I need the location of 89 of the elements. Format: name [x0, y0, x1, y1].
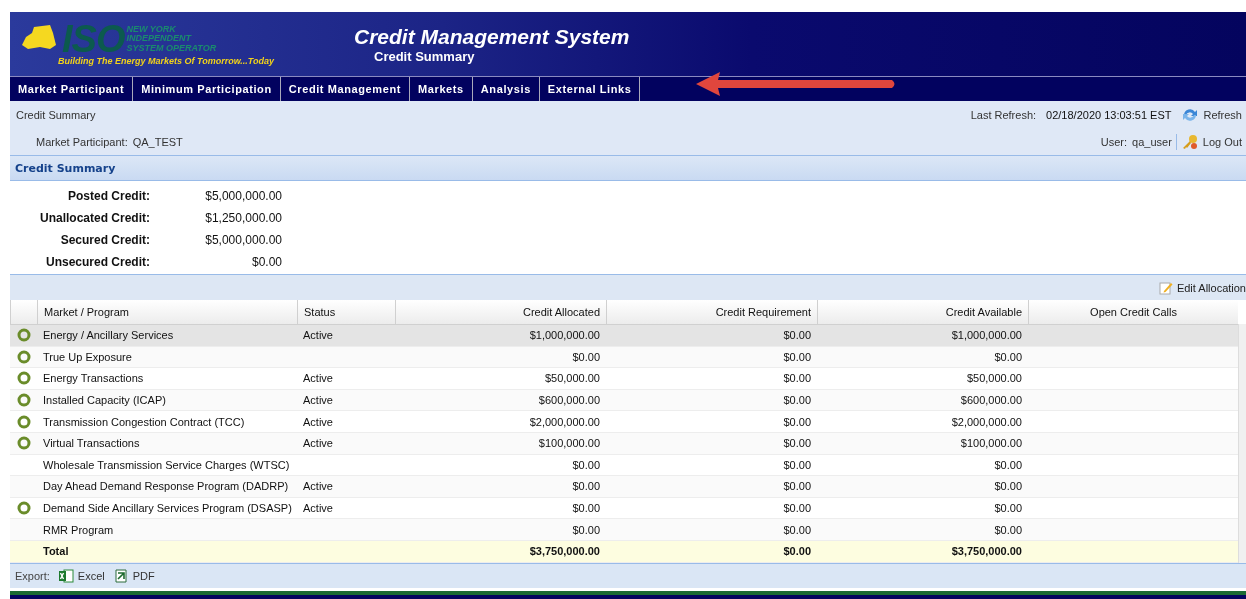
section-header: Credit Summary: [10, 156, 1246, 181]
logo-tagline: Building The Energy Markets Of Tomorrow...Today: [58, 56, 276, 66]
table-cell-text: $0.00: [782, 502, 812, 515]
table-cell-text: Active: [302, 502, 334, 515]
table-cell-text: $0.00: [993, 458, 1023, 471]
export-label: Export:: [15, 569, 50, 582]
summary-value: $1,250,000.00: [204, 211, 282, 225]
total-value: $0.00: [782, 545, 812, 558]
summary-label: Posted Credit:: [67, 189, 150, 203]
summary-value: $0.00: [250, 255, 282, 269]
table-cell-text: $2,000,000.00: [528, 415, 601, 428]
logo-text: NEW YORK: [126, 24, 177, 35]
edit-allocation-button[interactable]: Edit Allocation: [1158, 280, 1246, 295]
table-cell-text: $0.00: [782, 437, 812, 450]
table-cell-text: Active: [302, 415, 334, 428]
table-cell-text: $0.00: [782, 480, 812, 493]
table-cell-text: $0.00: [993, 523, 1023, 536]
total-value: $3,750,000.00: [528, 545, 601, 558]
export-excel-button[interactable]: Excel: [57, 568, 105, 583]
total-label: Total: [42, 545, 70, 558]
table-cell-text: $0.00: [571, 502, 601, 515]
table-cell-text: $600,000.00: [959, 394, 1023, 407]
table-cell-text: True Up Exposure: [42, 350, 133, 363]
summary-label: Unsecured Credit:: [44, 255, 150, 269]
table-cell-text: $0.00: [782, 394, 812, 407]
table-cell-text: Active: [302, 480, 334, 493]
table-cell-text: Day Ahead Demand Response Program (DADRP): [42, 480, 290, 493]
table-cell-text: $100,000.00: [537, 437, 601, 450]
spreadsheet-icon: [57, 568, 74, 583]
table-cell-text: Active: [302, 394, 334, 407]
table-cell-text: $0.00: [782, 458, 812, 471]
table-cell-text: Energy / Ancillary Services: [42, 329, 175, 342]
column-header[interactable]: Credit Requirement: [606, 300, 817, 324]
table-cell-text: Virtual Transactions: [42, 437, 141, 450]
table-cell-text: $0.00: [782, 350, 812, 363]
table-cell-text: $0.00: [993, 350, 1023, 363]
table-cell-text: $0.00: [782, 523, 812, 536]
summary-label: Unallocated Credit:: [39, 211, 150, 225]
export-pdf-button[interactable]: PDF: [112, 568, 155, 583]
user-label: User:: [1100, 135, 1128, 148]
user-value: qa_user: [1132, 135, 1172, 148]
table-cell-text: Active: [302, 372, 334, 385]
refresh-button[interactable]: Refresh: [1181, 106, 1242, 123]
breadcrumb-text: Credit Summary: [16, 108, 96, 121]
table-cell-text: $0.00: [571, 350, 601, 363]
logo-mark: ISO: [62, 22, 125, 56]
column-header[interactable]: Credit Available: [817, 300, 1028, 324]
table-cell-text: $0.00: [571, 523, 601, 536]
table-cell-text: $1,000,000.00: [528, 329, 601, 342]
table-cell-text: $100,000.00: [959, 437, 1023, 450]
pencil-icon: [1158, 280, 1173, 295]
participant-label: Market Participant:: [36, 135, 128, 148]
table-cell-text: $0.00: [782, 415, 812, 428]
column-header[interactable]: Market / Program: [37, 300, 297, 324]
refresh-label: Last Refresh:: [970, 108, 1037, 121]
participant-value: QA_TEST: [132, 135, 183, 148]
table-cell-text: Active: [302, 437, 334, 450]
table-cell-text: $50,000.00: [543, 372, 601, 385]
table-cell-text: Wholesale Transmission Service Charges (WTSC): [42, 458, 291, 471]
table-cell-text: Demand Side Ancillary Services Program (DSASP): [42, 502, 293, 515]
app-title: Credit Management System: [354, 24, 630, 49]
logout-button[interactable]: Log Out: [1180, 133, 1242, 150]
total-value: $3,750,000.00: [950, 545, 1023, 558]
summary-value: $5,000,000.00: [204, 233, 282, 247]
summary-value: $5,000,000.00: [204, 189, 282, 203]
table-cell-text: $600,000.00: [537, 394, 601, 407]
logo-text: INDEPENDENT: [126, 34, 193, 44]
table-cell-text: $0.00: [993, 480, 1023, 493]
logo-text: SYSTEM OPERATOR: [126, 43, 217, 54]
table-cell-text: $0.00: [993, 502, 1023, 515]
table-cell-text: Installed Capacity (ICAP): [42, 394, 167, 407]
table-cell-text: $0.00: [782, 372, 812, 385]
table-cell-text: Transmission Congestion Contract (TCC): [42, 415, 246, 428]
table-cell-text: $0.00: [782, 329, 812, 342]
refresh-icon: [1181, 106, 1200, 123]
column-header[interactable]: Status: [297, 300, 395, 324]
summary-label: Secured Credit:: [59, 233, 150, 247]
table-cell-text: Active: [302, 329, 334, 342]
table-cell-text: $0.00: [571, 480, 601, 493]
column-header[interactable]: Credit Allocated: [395, 300, 606, 324]
column-header[interactable]: Open Credit Calls: [1028, 300, 1238, 324]
table-cell-text: $2,000,000.00: [950, 415, 1023, 428]
table-cell-text: $0.00: [571, 458, 601, 471]
page-subtitle: Credit Summary: [374, 48, 476, 64]
table-cell-text: $1,000,000.00: [950, 329, 1023, 342]
table-cell-text: $50,000.00: [965, 372, 1023, 385]
table-cell-text: Energy Transactions: [42, 372, 145, 385]
refresh-time: 02/18/2020 13:03:51 EST: [1046, 108, 1172, 121]
table-cell-text: RMR Program: [42, 523, 115, 536]
